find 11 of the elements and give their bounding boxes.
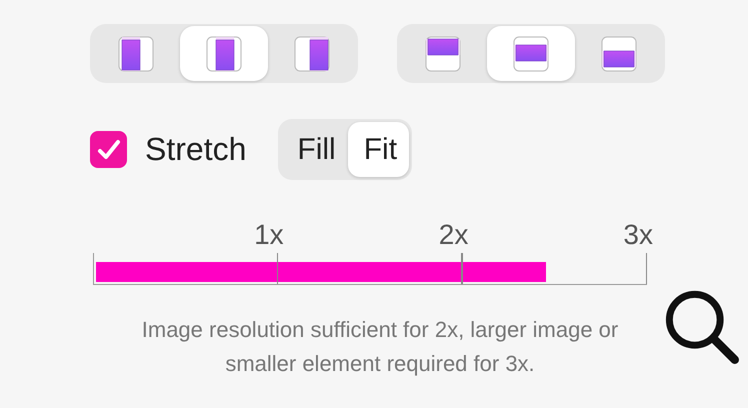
scale-tick-label: 3x bbox=[623, 219, 653, 251]
alignment-segment[interactable] bbox=[487, 26, 575, 81]
scale-tick-label: 1x bbox=[254, 219, 284, 251]
alignment-segment[interactable] bbox=[180, 26, 268, 81]
checkmark-icon bbox=[96, 138, 122, 162]
resolution-message: Image resolution sufficient for 2x, larger image or smaller element required for 3x. bbox=[140, 316, 620, 378]
scale-mode-segment[interactable]: Fill bbox=[281, 122, 348, 177]
stretch-label: Stretch bbox=[145, 131, 246, 168]
scale-mode-segment[interactable]: Fit bbox=[348, 122, 410, 177]
scale-tick-label: 2x bbox=[438, 219, 468, 251]
checkbox[interactable] bbox=[90, 131, 127, 168]
